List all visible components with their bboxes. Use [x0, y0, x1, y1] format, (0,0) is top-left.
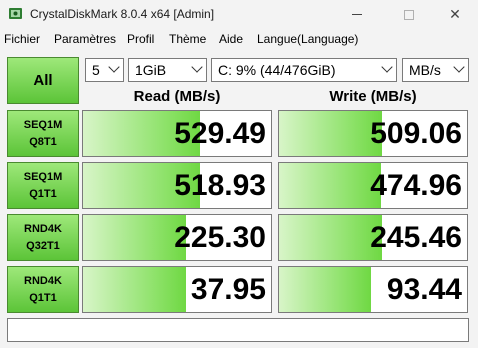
title-bar: CrystalDiskMark 8.0.4 x64 [Admin] ✕: [0, 0, 478, 28]
chevron-down-icon: [453, 61, 465, 73]
drive-value: C: 9% (44/476GiB): [218, 62, 336, 78]
maximize-icon: [404, 9, 414, 20]
read-bar: [83, 215, 187, 260]
read-result-rnd4k-q32t1: 225.30: [82, 214, 272, 261]
close-icon: ✕: [449, 6, 461, 22]
run-all-button[interactable]: All: [7, 57, 79, 104]
close-button[interactable]: ✕: [432, 0, 478, 28]
write-result-rnd4k-q32t1: 245.46: [278, 214, 468, 261]
test-size-select[interactable]: 1GiB: [128, 58, 207, 82]
comment-input[interactable]: [7, 318, 469, 342]
chevron-down-icon: [191, 61, 203, 73]
test-params: Q32T1: [26, 240, 60, 252]
read-value: 529.49: [174, 117, 266, 150]
read-header: Read (MB/s): [133, 88, 221, 105]
menu-aide[interactable]: Aide: [219, 32, 243, 46]
read-value: 37.95: [190, 273, 266, 306]
read-value: 518.93: [174, 169, 266, 202]
window-title: CrystalDiskMark 8.0.4 x64 [Admin]: [30, 7, 215, 21]
menu-parametres[interactable]: Paramètres: [54, 32, 116, 46]
read-value: 225.30: [174, 221, 266, 254]
test-params: Q1T1: [29, 188, 57, 200]
chevron-down-icon: [108, 61, 120, 73]
read-result-rnd4k-q1t1: 37.95: [82, 266, 272, 313]
menu-langue[interactable]: Langue(Language): [257, 32, 358, 46]
test-seq1m-q8t1-button[interactable]: SEQ1M Q8T1: [7, 110, 79, 157]
menu-bar: Fichier Paramètres Profil Thème Aide Lan…: [0, 28, 478, 50]
test-params: Q8T1: [29, 136, 57, 148]
write-result-seq1m-q8t1: 509.06: [278, 110, 468, 157]
write-value: 509.06: [370, 117, 462, 150]
test-count-select[interactable]: 5: [85, 58, 124, 82]
write-bar: [279, 215, 383, 260]
test-size-value: 1GiB: [135, 62, 167, 78]
minimize-button[interactable]: [334, 0, 380, 28]
unit-select[interactable]: MB/s: [402, 58, 469, 82]
write-value: 474.96: [370, 169, 462, 202]
minimize-icon: [352, 14, 362, 16]
menu-fichier[interactable]: Fichier: [4, 32, 40, 46]
read-bar: [83, 267, 187, 312]
read-result-seq1m-q1t1: 518.93: [82, 162, 272, 209]
menu-profil[interactable]: Profil: [127, 32, 154, 46]
drive-select[interactable]: C: 9% (44/476GiB): [211, 58, 397, 82]
test-name: RND4K: [24, 223, 62, 235]
test-rnd4k-q32t1-button[interactable]: RND4K Q32T1: [7, 214, 79, 261]
test-params: Q1T1: [29, 292, 57, 304]
chevron-down-icon: [381, 61, 393, 73]
crystaldiskmark-app-icon: [9, 8, 22, 19]
write-bar: [279, 111, 383, 156]
menu-theme[interactable]: Thème: [169, 32, 206, 46]
write-value: 245.46: [370, 221, 462, 254]
unit-value: MB/s: [409, 62, 441, 78]
test-name: SEQ1M: [23, 119, 63, 131]
write-bar: [279, 163, 381, 208]
read-result-seq1m-q8t1: 529.49: [82, 110, 272, 157]
write-value: 93.44: [386, 273, 462, 306]
test-name: SEQ1M: [23, 171, 63, 183]
maximize-button[interactable]: [386, 0, 432, 28]
write-header: Write (MB/s): [329, 88, 417, 105]
test-name: RND4K: [24, 275, 62, 287]
write-bar: [279, 267, 372, 312]
test-count-value: 5: [92, 62, 100, 78]
write-result-rnd4k-q1t1: 93.44: [278, 266, 468, 313]
test-rnd4k-q1t1-button[interactable]: RND4K Q1T1: [7, 266, 79, 313]
write-result-seq1m-q1t1: 474.96: [278, 162, 468, 209]
test-seq1m-q1t1-button[interactable]: SEQ1M Q1T1: [7, 162, 79, 209]
